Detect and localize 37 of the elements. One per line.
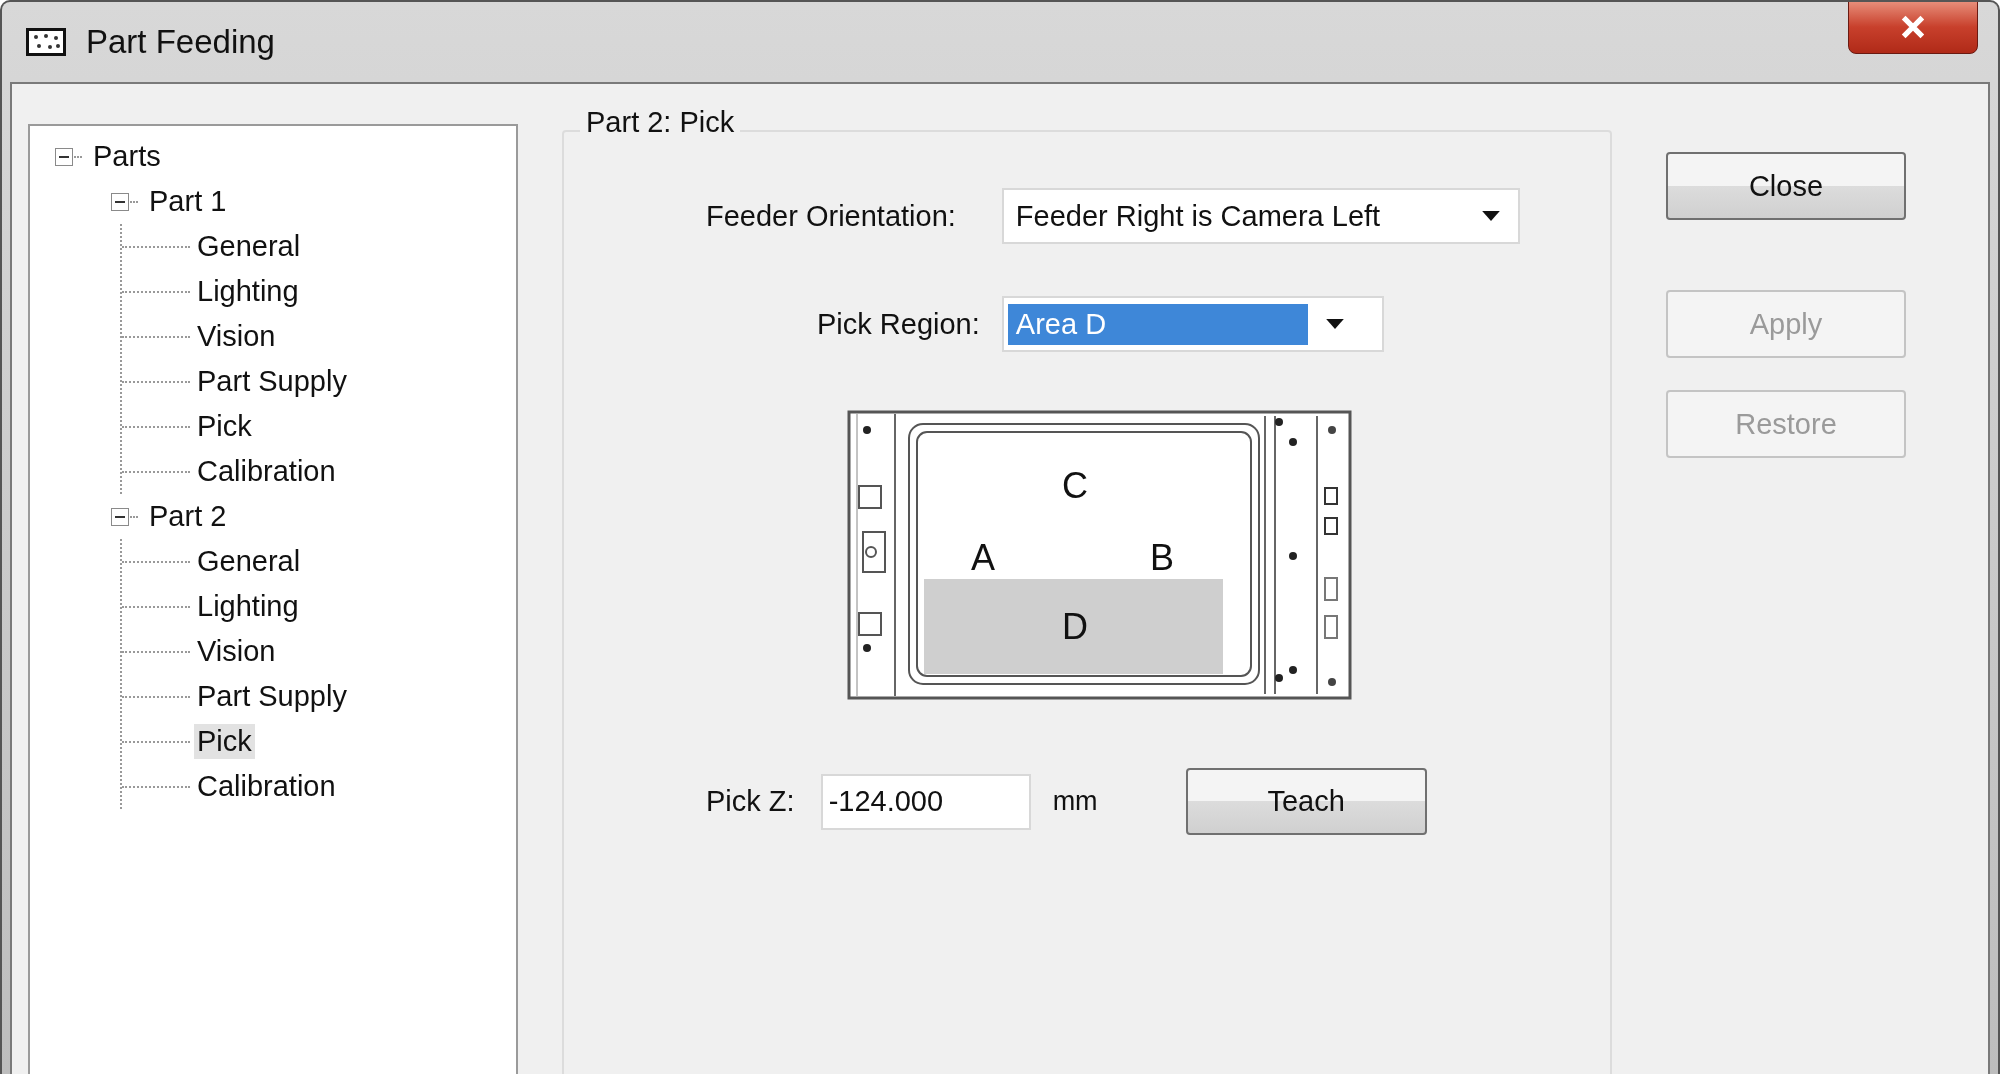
region-label: B <box>1150 537 1174 578</box>
collapse-icon[interactable] <box>110 506 130 527</box>
tree-item[interactable]: General <box>194 229 304 264</box>
tree-item[interactable]: Lighting <box>194 274 302 309</box>
window-icon <box>26 28 66 56</box>
feeder-orientation-dropdown[interactable]: Feeder Right is Camera Left <box>1001 188 1520 244</box>
dialog-button[interactable]: Close <box>1666 152 1906 220</box>
tree-item[interactable]: Part Supply <box>194 679 350 714</box>
region-label: D <box>1062 606 1088 647</box>
tree-item[interactable]: Part Supply <box>194 364 350 399</box>
tree-item[interactable]: Vision <box>194 319 279 354</box>
tree-item[interactable]: Pick <box>194 724 255 759</box>
region-label: A <box>971 537 995 578</box>
region-label: C <box>1062 465 1088 506</box>
tree-item[interactable]: Part 1 <box>146 184 230 219</box>
caret-icon <box>1481 210 1500 222</box>
tree-item[interactable]: Part 2 <box>146 499 230 534</box>
tree-item[interactable]: General <box>194 544 304 579</box>
field-label: Feeder Orientation: <box>706 199 956 233</box>
tree-item[interactable]: Parts <box>90 139 164 174</box>
unit-label: mm <box>1052 786 1098 817</box>
teach-button[interactable]: Teach <box>1185 768 1427 835</box>
collapse-icon[interactable] <box>110 191 130 212</box>
tree-item[interactable]: Calibration <box>194 454 339 489</box>
field-label: Pick Z: <box>706 785 795 818</box>
collapse-icon[interactable] <box>54 146 74 167</box>
tree-item[interactable]: Calibration <box>194 769 339 804</box>
pick-region-dropdown[interactable]: Area D <box>1001 296 1384 352</box>
window-title: Part Feeding <box>86 23 275 61</box>
close-icon <box>1899 13 1927 41</box>
tree-item[interactable]: Vision <box>194 634 279 669</box>
close-window-button[interactable] <box>1848 2 1978 54</box>
caret-icon <box>1325 318 1344 330</box>
field-label: Pick Region: <box>817 307 980 341</box>
pick-z-input[interactable]: -124.000 <box>820 773 1031 830</box>
tree-item[interactable]: Pick <box>194 409 255 444</box>
tree-item[interactable]: Lighting <box>194 589 302 624</box>
